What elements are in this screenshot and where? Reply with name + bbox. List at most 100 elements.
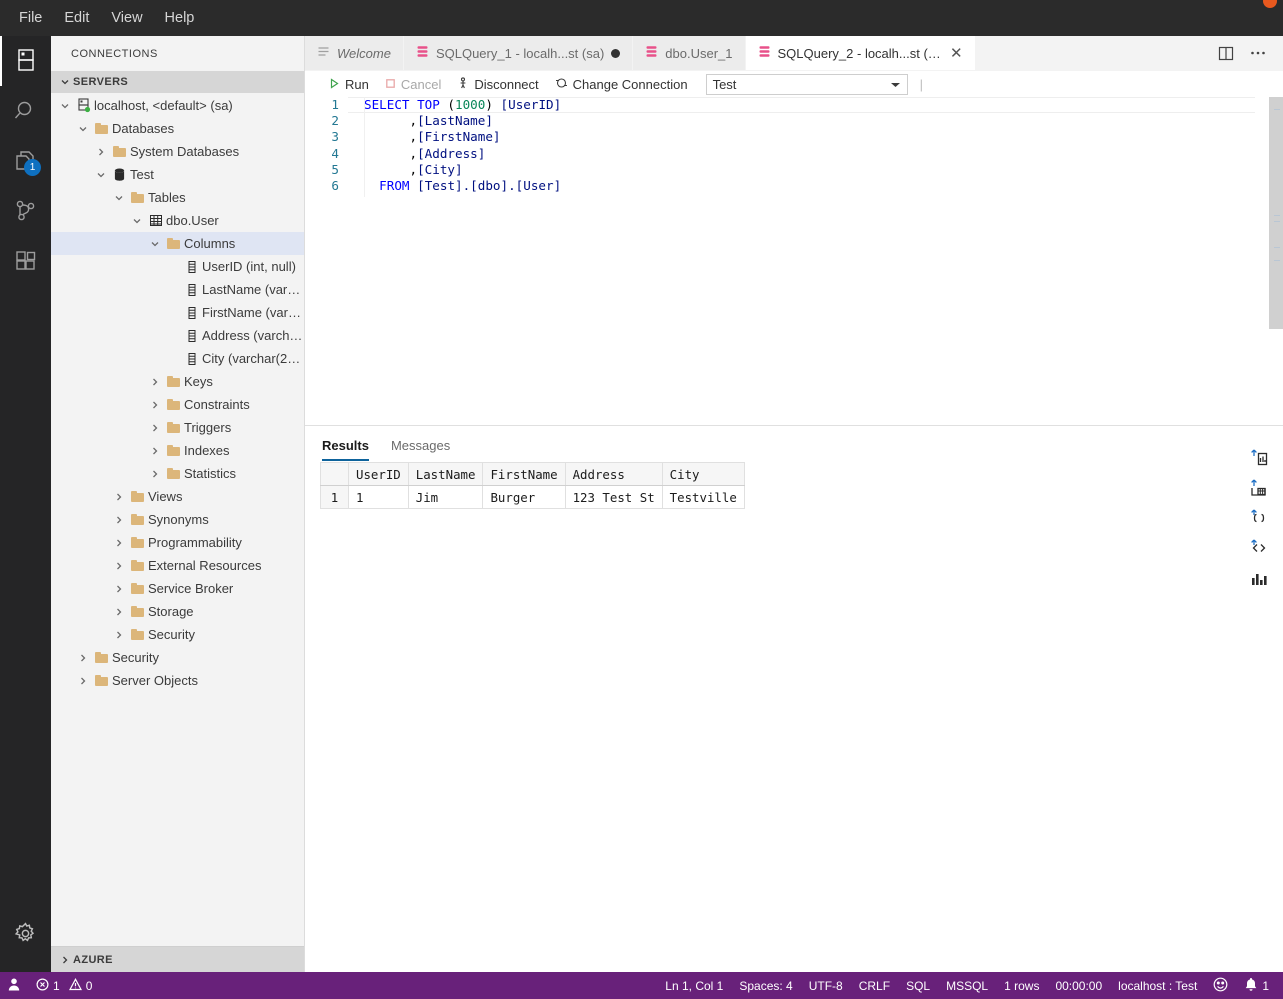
tree-item-userid-int-null[interactable]: UserID (int, null) — [51, 255, 304, 278]
activity-item-notebooks[interactable]: 1 — [0, 136, 51, 186]
tab-welcome[interactable]: Welcome — [305, 36, 404, 70]
activity-item-manage[interactable] — [0, 908, 51, 958]
cell-lastname[interactable]: Jim — [407, 485, 484, 509]
tree-item-service-broker[interactable]: Service Broker — [51, 577, 304, 600]
split-editor-icon[interactable] — [1213, 40, 1239, 66]
tree-item-server-objects[interactable]: Server Objects — [51, 669, 304, 692]
chevron-right-icon[interactable] — [111, 561, 127, 571]
tab-dbo-user-1[interactable]: dbo.User_1 — [633, 36, 746, 70]
tree-item-storage[interactable]: Storage — [51, 600, 304, 623]
tree-item-tables[interactable]: Tables — [51, 186, 304, 209]
chevron-down-icon[interactable] — [57, 101, 73, 111]
results-grid[interactable]: UserID LastName FirstName Address City 1… — [320, 462, 745, 509]
chevron-right-icon[interactable] — [111, 607, 127, 617]
cell-address[interactable]: 123 Test St — [564, 485, 663, 509]
menu-file[interactable]: File — [8, 5, 53, 31]
chevron-right-icon[interactable] — [111, 584, 127, 594]
tree-item-localhost-default-sa[interactable]: localhost, <default> (sa) — [51, 94, 304, 117]
account-status-item[interactable] — [0, 972, 28, 999]
chevron-right-icon[interactable] — [111, 515, 127, 525]
menu-edit[interactable]: Edit — [53, 5, 100, 31]
status-row-count[interactable]: 1 rows — [996, 972, 1047, 999]
tree-item-constraints[interactable]: Constraints — [51, 393, 304, 416]
change-connection-button[interactable]: Change Connection — [547, 75, 696, 94]
unsaved-indicator-icon[interactable] — [611, 48, 621, 58]
tree-item-keys[interactable]: Keys — [51, 370, 304, 393]
chevron-right-icon[interactable] — [111, 538, 127, 548]
more-actions-icon[interactable] — [1245, 40, 1271, 66]
chevron-right-icon[interactable] — [147, 446, 163, 456]
save-as-excel-icon[interactable] — [1247, 448, 1269, 468]
tree-item-statistics[interactable]: Statistics — [51, 462, 304, 485]
tree-item-security[interactable]: Security — [51, 646, 304, 669]
chevron-right-icon[interactable] — [75, 653, 91, 663]
tree-item-dbo-user[interactable]: dbo.User — [51, 209, 304, 232]
column-header-userid[interactable]: UserID — [348, 462, 409, 486]
menu-view[interactable]: View — [100, 5, 153, 31]
scrollbar-thumb[interactable] — [1269, 97, 1283, 329]
editor-scrollbar[interactable] — [1269, 97, 1283, 425]
chevron-right-icon[interactable] — [147, 469, 163, 479]
column-header-city[interactable]: City — [661, 462, 745, 486]
tab-sqlquery-2-localh-st-sa[interactable]: SQLQuery_2 - localh...st (sa) ✕ — [745, 36, 976, 70]
sql-editor[interactable]: 123456 SELECT TOP (1000) [UserID] ,[Last… — [305, 97, 1283, 425]
status-language-mode[interactable]: SQL — [898, 972, 938, 999]
tree-item-programmability[interactable]: Programmability — [51, 531, 304, 554]
chevron-down-icon[interactable] — [93, 170, 109, 180]
tree-item-system-databases[interactable]: System Databases — [51, 140, 304, 163]
notifications-button[interactable]: 1 — [1236, 972, 1277, 999]
chevron-right-icon[interactable] — [93, 147, 109, 157]
cell-firstname[interactable]: Burger — [482, 485, 566, 509]
tree-item-synonyms[interactable]: Synonyms — [51, 508, 304, 531]
window-close-icon[interactable] — [1263, 0, 1277, 8]
cell-userid[interactable]: 1 — [348, 485, 409, 509]
disconnect-button[interactable]: Disconnect — [449, 75, 546, 94]
tree-item-test[interactable]: Test — [51, 163, 304, 186]
close-icon[interactable]: ✕ — [950, 46, 963, 61]
status-execution-time[interactable]: 00:00:00 — [1047, 972, 1110, 999]
activity-item-source-control[interactable] — [0, 186, 51, 236]
save-as-json-icon[interactable] — [1247, 508, 1269, 528]
column-header-address[interactable]: Address — [564, 462, 663, 486]
tree-item-views[interactable]: Views — [51, 485, 304, 508]
tree-item-external-resources[interactable]: External Resources — [51, 554, 304, 577]
cell-city[interactable]: Testville — [661, 485, 745, 509]
tree-item-indexes[interactable]: Indexes — [51, 439, 304, 462]
chevron-down-icon[interactable] — [111, 193, 127, 203]
sidebar-section-servers[interactable]: SERVERS — [51, 71, 304, 93]
run-button[interactable]: Run — [321, 75, 377, 94]
database-dropdown[interactable]: Test — [705, 73, 908, 95]
problems-status-item[interactable]: 1 0 — [28, 972, 100, 999]
chevron-right-icon[interactable] — [147, 423, 163, 433]
chevron-down-icon[interactable] — [75, 124, 91, 134]
chevron-right-icon[interactable] — [111, 492, 127, 502]
activity-item-search[interactable] — [0, 86, 51, 136]
menu-help[interactable]: Help — [154, 5, 206, 31]
chevron-down-icon[interactable] — [147, 239, 163, 249]
status-encoding[interactable]: UTF-8 — [801, 972, 851, 999]
tree-item-security[interactable]: Security — [51, 623, 304, 646]
sidebar-section-azure[interactable]: AZURE — [51, 946, 304, 972]
view-as-chart-icon[interactable] — [1247, 568, 1269, 588]
tree-item-columns[interactable]: Columns — [51, 232, 304, 255]
status-connection[interactable]: localhost : Test — [1110, 972, 1205, 999]
status-cursor-position[interactable]: Ln 1, Col 1 — [657, 972, 731, 999]
results-tab-messages[interactable]: Messages — [391, 438, 450, 461]
save-as-csv-icon[interactable] — [1247, 478, 1269, 498]
results-tab-results[interactable]: Results — [322, 438, 369, 461]
tree-item-address-varchar-255[interactable]: Address (varchar(255), ... — [51, 324, 304, 347]
chevron-right-icon[interactable] — [111, 630, 127, 640]
table-row[interactable]: 1 1 Jim Burger 123 Test St Testville — [320, 485, 745, 509]
column-header-lastname[interactable]: LastName — [407, 462, 484, 486]
tree-item-lastname-varchar-255[interactable]: LastName (varchar(255... — [51, 278, 304, 301]
feedback-button[interactable] — [1205, 972, 1236, 999]
tree-item-firstname-varchar-255[interactable]: FirstName (varchar(255... — [51, 301, 304, 324]
chevron-right-icon[interactable] — [147, 377, 163, 387]
tree-item-triggers[interactable]: Triggers — [51, 416, 304, 439]
column-header-firstname[interactable]: FirstName — [482, 462, 566, 486]
activity-item-extensions[interactable] — [0, 236, 51, 286]
save-as-xml-icon[interactable] — [1247, 538, 1269, 558]
chevron-down-icon[interactable] — [129, 216, 145, 226]
chevron-right-icon[interactable] — [75, 676, 91, 686]
status-indentation[interactable]: Spaces: 4 — [731, 972, 800, 999]
